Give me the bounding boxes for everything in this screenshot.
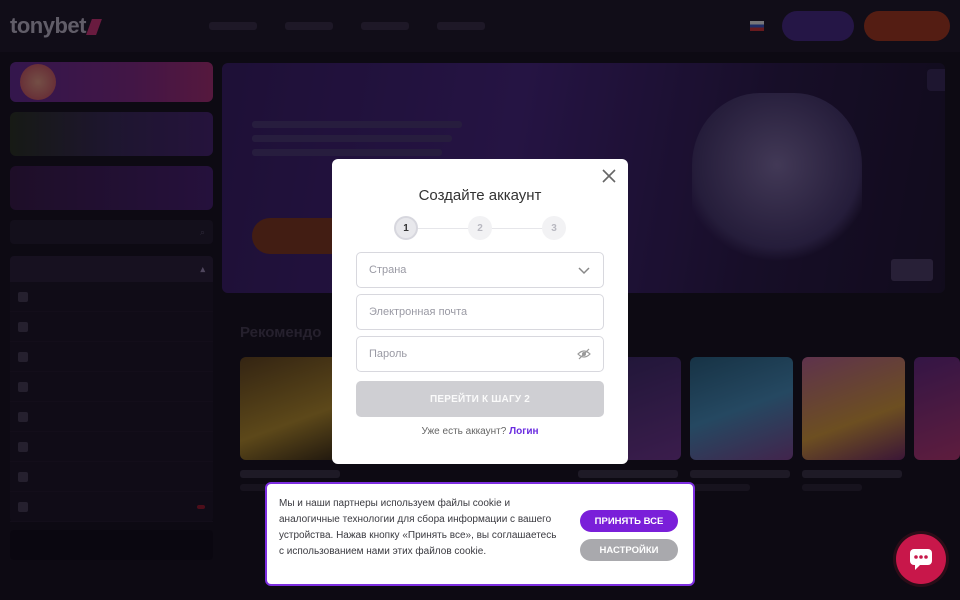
password-field[interactable]: Пароль bbox=[356, 336, 604, 372]
chat-button[interactable] bbox=[896, 534, 946, 584]
modal-title: Создайте аккаунт bbox=[418, 187, 542, 204]
step-1: 1 bbox=[394, 216, 418, 240]
accept-all-button[interactable]: ПРИНЯТЬ ВСЕ bbox=[580, 510, 678, 532]
cookie-banner: Мы и наши партнеры используем файлы cook… bbox=[265, 482, 695, 586]
eye-off-icon[interactable] bbox=[577, 347, 591, 361]
step-3: 3 bbox=[542, 216, 566, 240]
close-icon[interactable] bbox=[598, 165, 620, 187]
have-account-label: Уже есть аккаунт? bbox=[421, 426, 507, 437]
cookie-settings-button[interactable]: НАСТРОЙКИ bbox=[580, 539, 678, 561]
email-placeholder: Электронная почта bbox=[369, 306, 468, 318]
step-2: 2 bbox=[468, 216, 492, 240]
chevron-down-icon bbox=[577, 263, 591, 277]
registration-modal: Создайте аккаунт 1 2 3 Страна Электронна… bbox=[332, 159, 628, 464]
step-indicator: 1 2 3 bbox=[394, 216, 566, 240]
have-account-text: Уже есть аккаунт? Логин bbox=[332, 426, 628, 437]
chat-icon bbox=[910, 549, 932, 570]
login-link[interactable]: Логин bbox=[509, 426, 538, 437]
country-placeholder: Страна bbox=[369, 264, 407, 276]
password-placeholder: Пароль bbox=[369, 348, 408, 360]
cookie-text: Мы и наши партнеры используем файлы cook… bbox=[279, 498, 557, 557]
country-select[interactable]: Страна bbox=[356, 252, 604, 288]
next-step-button[interactable]: ПЕРЕЙТИ К ШАГУ 2 bbox=[356, 381, 604, 417]
email-field[interactable]: Электронная почта bbox=[356, 294, 604, 330]
